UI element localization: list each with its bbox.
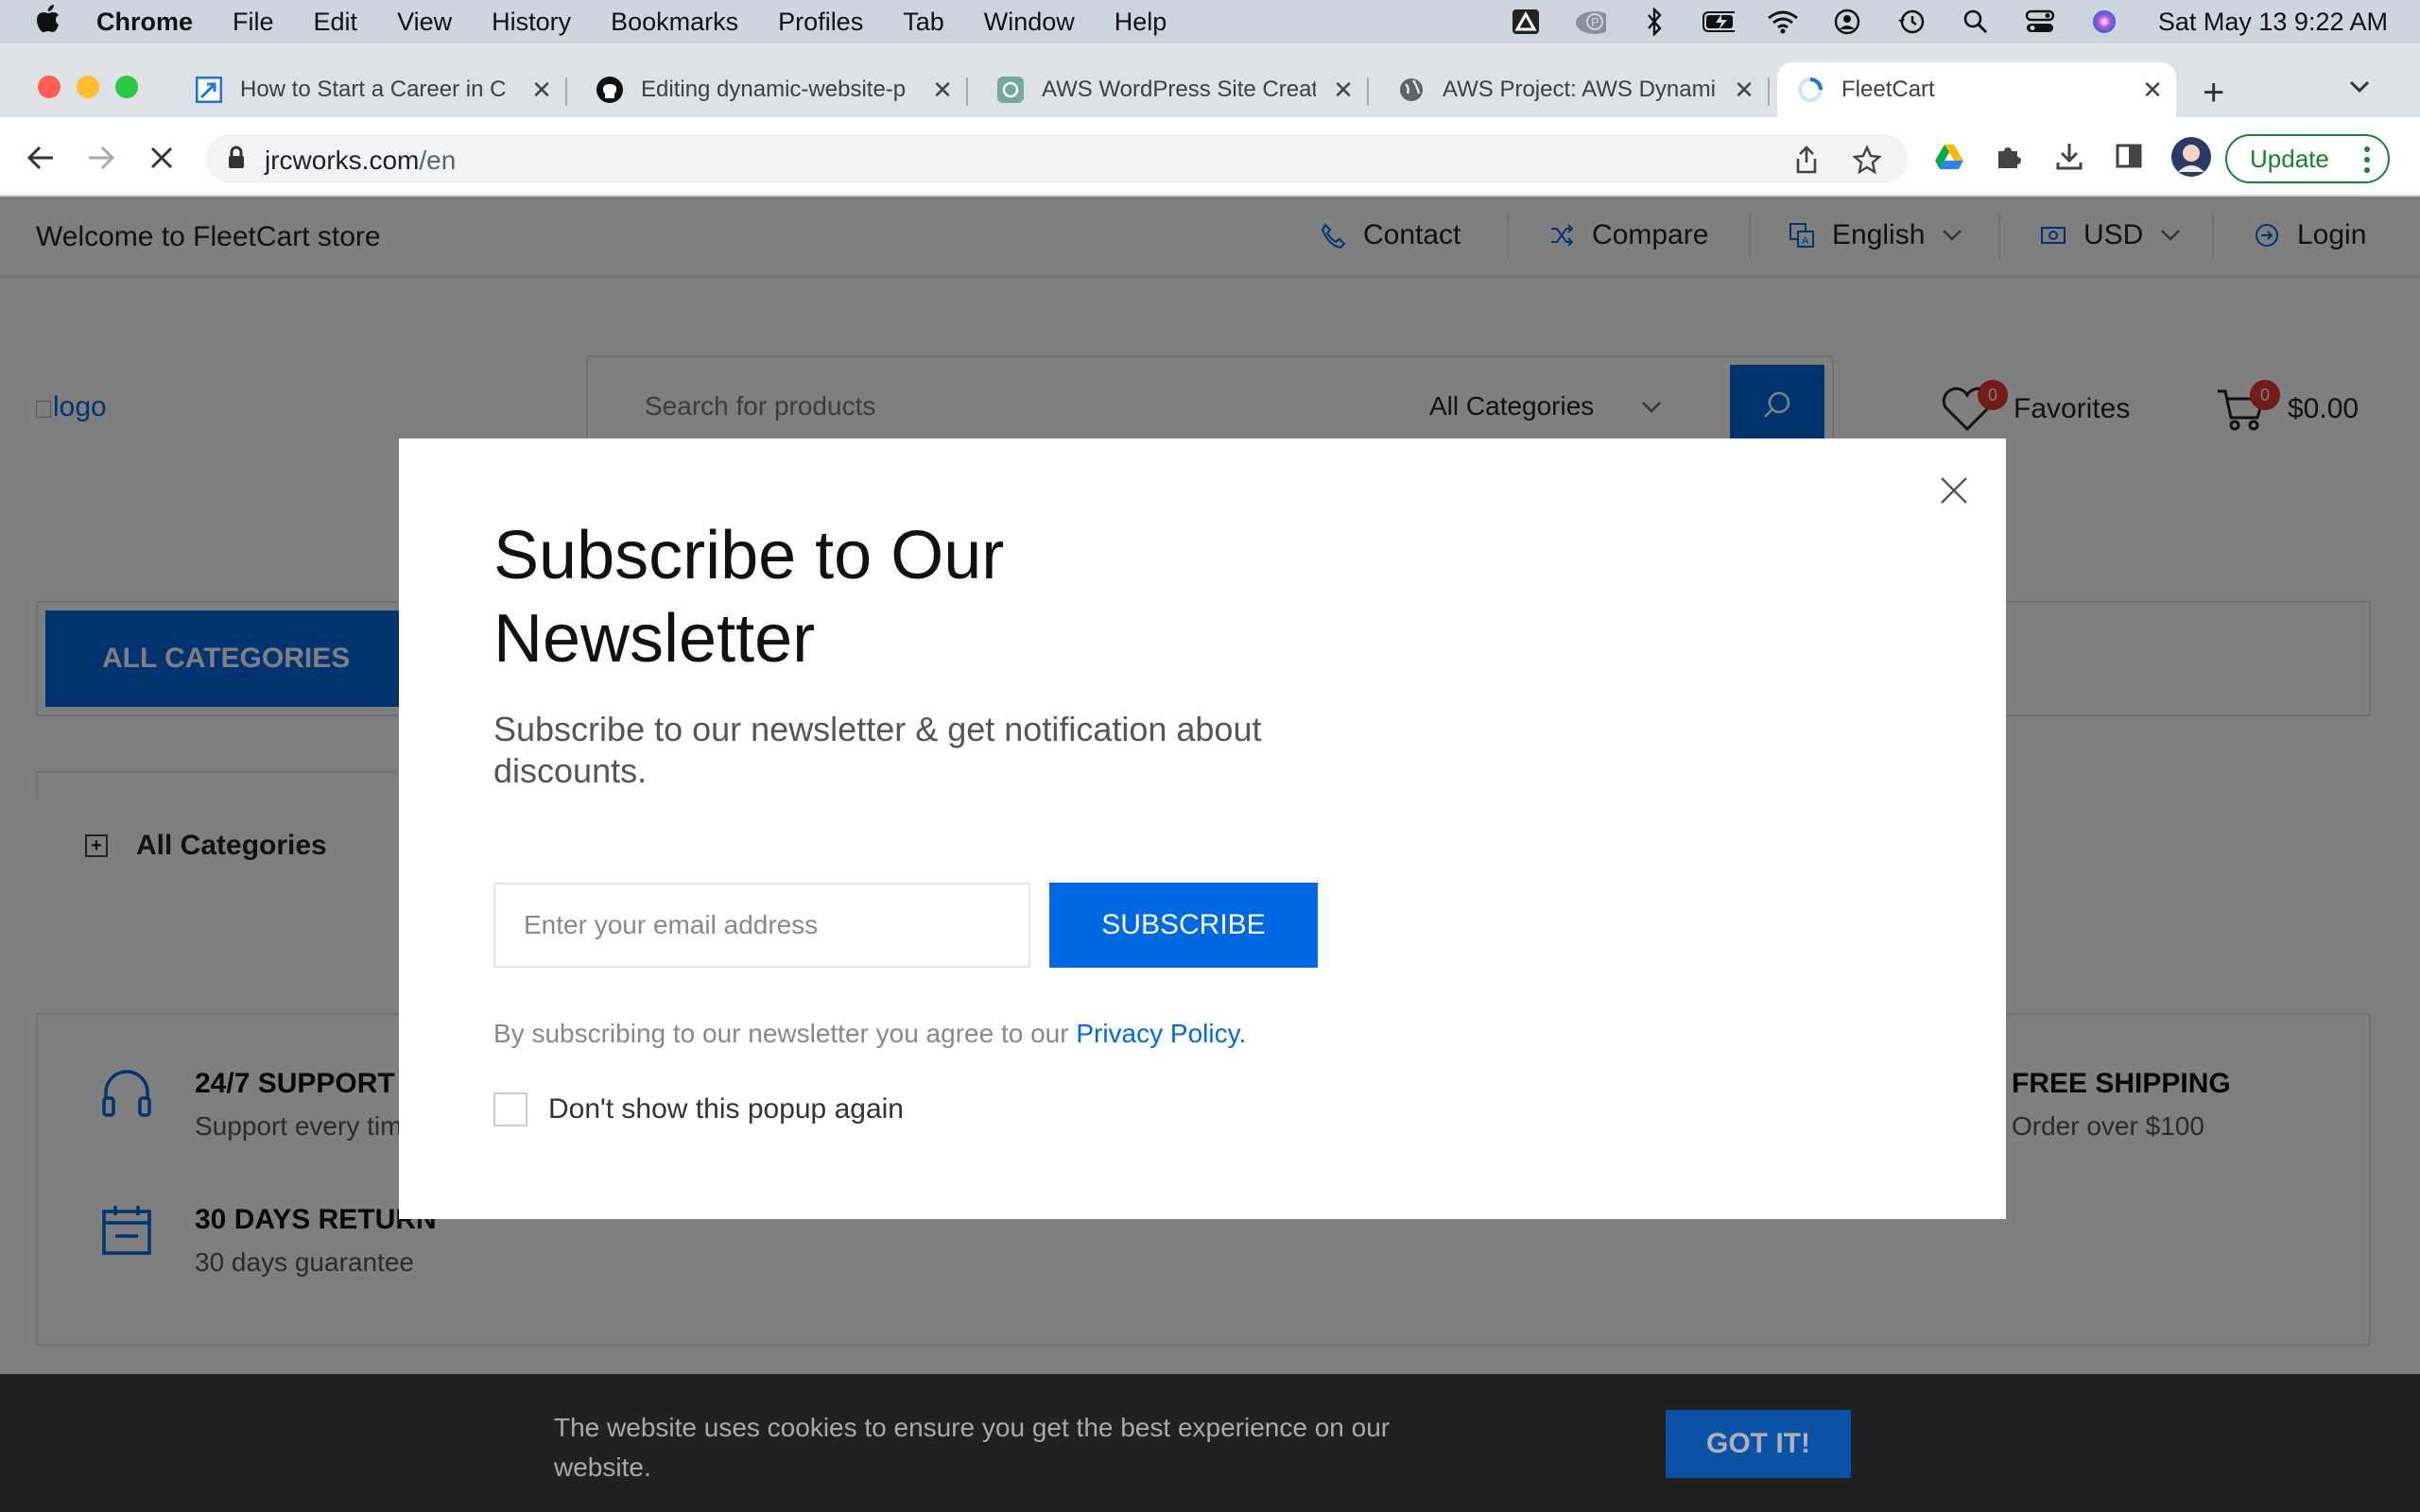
- loading-icon: [1796, 76, 1824, 104]
- stop-loading-icon[interactable]: [146, 142, 178, 174]
- tab-career[interactable]: How to Start a Career in C ✕: [195, 62, 567, 117]
- google-drive-icon[interactable]: [1934, 144, 1964, 175]
- tab-github[interactable]: Editing dynamic-website-p ✕: [596, 62, 968, 117]
- github-icon: [596, 76, 624, 104]
- webpage: Welcome to FleetCart store Contact Compa…: [0, 197, 2420, 1512]
- menu-profiles[interactable]: Profiles: [778, 8, 863, 37]
- back-arrow-icon[interactable]: [25, 142, 57, 174]
- close-icon[interactable]: [1940, 476, 1968, 505]
- control-center-icon[interactable]: [2024, 8, 2056, 36]
- address-bar[interactable]: jrcworks.com/en: [206, 134, 1908, 183]
- window-controls: [38, 76, 154, 98]
- cookie-accept-button[interactable]: GOT IT!: [1666, 1410, 1851, 1478]
- menu-help[interactable]: Help: [1115, 8, 1167, 37]
- svg-text:P: P: [1591, 15, 1599, 29]
- newsletter-modal: Subscribe to Our Newsletter Subscribe to…: [399, 438, 2006, 1219]
- tab-title: AWS Project: AWS Dynami: [1443, 77, 1716, 102]
- tab-fleetcart[interactable]: FleetCart ✕: [1777, 62, 2176, 117]
- tab-close-icon[interactable]: ✕: [928, 76, 957, 105]
- apple-icon[interactable]: [36, 4, 64, 40]
- siri-icon[interactable]: [2088, 8, 2120, 36]
- menu-window[interactable]: Window: [984, 8, 1075, 37]
- chrome-tabstrip: How to Start a Career in C ✕ Editing dyn…: [0, 43, 2420, 117]
- cookie-message: The website uses cookies to ensure you g…: [554, 1413, 1391, 1482]
- tab-title: How to Start a Career in C: [240, 77, 507, 102]
- menu-file[interactable]: File: [233, 8, 274, 37]
- drive-status-icon[interactable]: [1510, 8, 1542, 36]
- bluetooth-icon[interactable]: [1638, 8, 1670, 36]
- tab-chatgpt[interactable]: AWS WordPress Site Creat ✕: [996, 62, 1369, 117]
- tab-search-chevron-icon[interactable]: [2348, 79, 2371, 99]
- menu-bookmarks[interactable]: Bookmarks: [611, 8, 738, 37]
- tab-close-icon[interactable]: ✕: [2138, 76, 2167, 105]
- dont-show-checkbox[interactable]: [493, 1092, 527, 1126]
- chrome-toolbar: jrcworks.com/en Update: [0, 117, 2420, 197]
- menu-edit[interactable]: Edit: [314, 8, 358, 37]
- update-label: Update: [2250, 144, 2329, 173]
- download-icon[interactable]: [2055, 142, 2083, 175]
- forward-arrow-icon[interactable]: [85, 142, 117, 174]
- tab-aws-project[interactable]: AWS Project: AWS Dynami ✕: [1397, 62, 1770, 117]
- url-path: /en: [419, 146, 457, 175]
- tab-title: Editing dynamic-website-p: [641, 77, 907, 102]
- share-icon[interactable]: [1794, 146, 1819, 179]
- lock-icon[interactable]: [227, 146, 246, 175]
- menu-view[interactable]: View: [397, 8, 452, 37]
- url-text[interactable]: jrcworks.com/en: [265, 146, 456, 176]
- profile-avatar[interactable]: [2170, 136, 2212, 182]
- fleetcart-blue-icon: [195, 76, 223, 104]
- newsletter-title: Subscribe to Our Newsletter: [493, 518, 1005, 677]
- side-panel-icon[interactable]: [2116, 144, 2142, 173]
- wifi-icon[interactable]: [1767, 8, 1799, 36]
- tab-title: AWS WordPress Site Creat: [1042, 77, 1316, 102]
- time-machine-icon[interactable]: [1895, 8, 1927, 36]
- tab-close-icon[interactable]: ✕: [527, 76, 556, 105]
- tab-close-icon[interactable]: ✕: [1730, 76, 1758, 105]
- agreement-text: By subscribing to our newsletter you agr…: [493, 1019, 1246, 1049]
- email-field[interactable]: [493, 883, 1030, 968]
- tab-title: FleetCart: [1841, 77, 1935, 102]
- dont-show-checkbox-row[interactable]: Don't show this popup again: [493, 1092, 904, 1126]
- close-window-button[interactable]: [38, 76, 60, 98]
- kebab-menu-icon[interactable]: [2363, 146, 2371, 180]
- globe-icon: [1397, 76, 1426, 104]
- update-chrome-button[interactable]: Update: [2225, 134, 2390, 183]
- menubar-clock[interactable]: Sat May 13 9:22 AM: [2158, 8, 2388, 37]
- extensions-puzzle-icon[interactable]: [1995, 142, 2023, 175]
- battery-icon[interactable]: [1702, 8, 1735, 36]
- minimize-window-button[interactable]: [77, 76, 99, 98]
- macos-menubar: Chrome File Edit View History Bookmarks …: [0, 0, 2420, 43]
- menu-tab[interactable]: Tab: [903, 8, 944, 37]
- cookie-bar: The website uses cookies to ensure you g…: [0, 1374, 2420, 1512]
- user-account-icon[interactable]: [1831, 8, 1863, 36]
- zoom-window-button[interactable]: [115, 76, 138, 98]
- cloud-p-icon[interactable]: P: [1574, 8, 1606, 36]
- newsletter-subtitle: Subscribe to our newsletter & get notifi…: [493, 710, 1262, 790]
- bookmark-star-icon[interactable]: [1852, 145, 1882, 179]
- tab-close-icon[interactable]: ✕: [1329, 76, 1357, 105]
- spotlight-search-icon[interactable]: [1960, 8, 1992, 36]
- menu-history[interactable]: History: [492, 8, 571, 37]
- dont-show-label: Don't show this popup again: [548, 1093, 904, 1125]
- privacy-policy-link[interactable]: Privacy Policy.: [1076, 1019, 1246, 1048]
- menu-app-chrome[interactable]: Chrome: [96, 8, 193, 37]
- subscribe-button[interactable]: SUBSCRIBE: [1049, 883, 1318, 968]
- chatgpt-icon: [996, 76, 1025, 104]
- url-domain: jrcworks.com: [265, 146, 420, 175]
- agreement-prefix: By subscribing to our newsletter you agr…: [493, 1019, 1077, 1048]
- new-tab-plus-icon[interactable]: +: [2203, 72, 2224, 114]
